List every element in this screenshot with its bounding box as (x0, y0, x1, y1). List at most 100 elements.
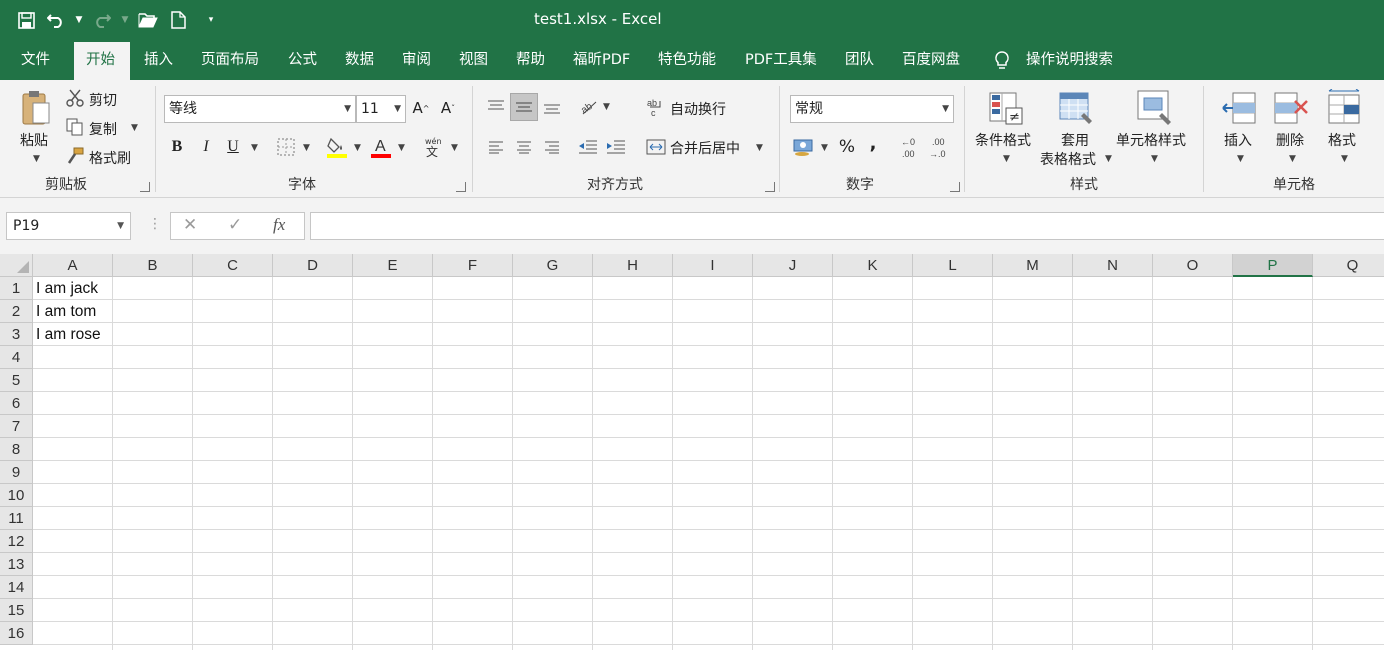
column-header-h[interactable]: H (593, 254, 673, 277)
cell-styles-button[interactable]: 单元格样式 (1116, 130, 1186, 150)
format-cells-icon[interactable] (1324, 88, 1364, 128)
wrap-text-button[interactable]: 自动换行 (670, 99, 726, 119)
increase-indent-icon[interactable] (605, 136, 627, 158)
tab-data[interactable]: 数据 (333, 40, 386, 80)
tab-help[interactable]: 帮助 (504, 40, 557, 80)
paste-dropdown-icon[interactable]: ▼ (33, 154, 40, 164)
row-header-7[interactable]: 7 (0, 415, 33, 438)
row-header-5[interactable]: 5 (0, 369, 33, 392)
accounting-format-icon[interactable] (792, 136, 816, 158)
column-header-e[interactable]: E (353, 254, 433, 277)
formula-bar-resize-handle[interactable]: ⋮ (148, 216, 162, 232)
enter-icon[interactable]: ✓ (228, 215, 242, 235)
name-box[interactable]: P19 ▼ (6, 212, 131, 240)
row-header-11[interactable]: 11 (0, 507, 33, 530)
align-middle-icon[interactable] (510, 93, 538, 121)
align-top-icon[interactable] (485, 96, 507, 118)
font-name-select[interactable]: 等线 ▼ (164, 95, 356, 123)
row-header-4[interactable]: 4 (0, 346, 33, 369)
column-header-q[interactable]: Q (1313, 254, 1384, 277)
phonetic-dropdown-icon[interactable]: ▼ (451, 143, 458, 153)
insert-cells-icon[interactable] (1220, 90, 1258, 128)
fill-color-icon[interactable] (326, 135, 348, 159)
merge-center-button[interactable]: 合并后居中 (670, 138, 740, 158)
row-header-2[interactable]: 2 (0, 300, 33, 323)
number-launcher-icon[interactable] (950, 182, 960, 192)
increase-decimal-icon[interactable]: ←0.00 (900, 136, 924, 160)
column-header-f[interactable]: F (433, 254, 513, 277)
row-header-3[interactable]: 3 (0, 323, 33, 346)
clipboard-launcher-icon[interactable] (140, 182, 150, 192)
tab-insert[interactable]: 插入 (132, 40, 185, 80)
column-header-n[interactable]: N (1073, 254, 1153, 277)
align-left-icon[interactable] (485, 136, 507, 158)
tab-baidu-netdisk[interactable]: 百度网盘 (890, 40, 972, 80)
paste-icon[interactable] (18, 88, 54, 128)
conditional-dropdown-icon[interactable]: ▼ (1003, 154, 1010, 164)
column-header-d[interactable]: D (273, 254, 353, 277)
cell-a3[interactable]: I am rose (33, 323, 101, 346)
tab-view[interactable]: 视图 (447, 40, 500, 80)
column-header-i[interactable]: I (673, 254, 753, 277)
row-header-8[interactable]: 8 (0, 438, 33, 461)
wrap-text-icon[interactable]: ab c (645, 96, 667, 118)
format-as-table-icon[interactable] (1057, 90, 1095, 128)
row-header-1[interactable]: 1 (0, 277, 33, 300)
delete-cells-icon[interactable] (1272, 90, 1310, 128)
lightbulb-icon[interactable] (992, 50, 1012, 72)
cell-a2[interactable]: I am tom (33, 300, 96, 323)
column-header-k[interactable]: K (833, 254, 913, 277)
orientation-dropdown-icon[interactable]: ▼ (603, 102, 610, 112)
decrease-font-icon[interactable]: Aˇ (439, 98, 457, 118)
fill-color-dropdown-icon[interactable]: ▼ (354, 143, 361, 153)
column-header-c[interactable]: C (193, 254, 273, 277)
phonetic-guide-icon[interactable]: wén 文 (422, 135, 444, 159)
border-icon[interactable] (276, 137, 296, 157)
underline-dropdown-icon[interactable]: ▼ (251, 143, 258, 153)
column-header-j[interactable]: J (753, 254, 833, 277)
tab-features[interactable]: 特色功能 (646, 40, 728, 80)
tab-home[interactable]: 开始 (74, 42, 130, 80)
conditional-formatting-icon[interactable]: ≠ (987, 90, 1025, 128)
row-header-10[interactable]: 10 (0, 484, 33, 507)
increase-font-icon[interactable]: A ^ (412, 98, 430, 118)
copy-dropdown-icon[interactable]: ▼ (131, 123, 138, 133)
format-as-table-line2[interactable]: 表格格式 (1040, 149, 1096, 169)
insert-function-icon[interactable]: fx (273, 215, 285, 235)
delete-cells-button[interactable]: 删除 (1276, 130, 1304, 150)
align-bottom-icon[interactable] (541, 96, 563, 118)
cut-button[interactable]: 剪切 (89, 90, 117, 110)
font-size-select[interactable]: 11 ▼ (356, 95, 406, 123)
bold-button[interactable]: B (168, 136, 186, 158)
cell-a1[interactable]: I am jack (33, 277, 98, 300)
font-launcher-icon[interactable] (456, 182, 466, 192)
format-as-table-line1[interactable]: 套用 (1061, 130, 1089, 150)
format-cells-button[interactable]: 格式 (1328, 130, 1356, 150)
column-header-l[interactable]: L (913, 254, 993, 277)
font-color-dropdown-icon[interactable]: ▼ (398, 143, 405, 153)
cell-styles-dropdown-icon[interactable]: ▼ (1151, 154, 1158, 164)
accounting-dropdown-icon[interactable]: ▼ (821, 143, 828, 153)
copy-icon[interactable] (65, 117, 85, 137)
tab-pdf-tools[interactable]: PDF工具集 (733, 40, 829, 80)
column-header-a[interactable]: A (33, 254, 113, 277)
column-header-o[interactable]: O (1153, 254, 1233, 277)
decrease-decimal-icon[interactable]: .00 →.0 (928, 136, 952, 160)
format-painter-button[interactable]: 格式刷 (89, 148, 131, 168)
row-header-12[interactable]: 12 (0, 530, 33, 553)
tab-file[interactable]: 文件 (9, 40, 62, 80)
tab-formulas[interactable]: 公式 (276, 40, 329, 80)
tab-team[interactable]: 团队 (833, 40, 886, 80)
worksheet-grid[interactable]: A B C D E F G H I J K L M N O P Q 1 2 3 4 5 6 7 8 9 10 11 12 13 14 15 16… (0, 254, 1384, 650)
text-orientation-icon[interactable]: ab (578, 96, 600, 118)
format-painter-icon[interactable] (65, 146, 85, 166)
cell-styles-icon[interactable] (1135, 88, 1175, 128)
row-header-6[interactable]: 6 (0, 392, 33, 415)
select-all-button[interactable] (0, 254, 33, 277)
column-header-b[interactable]: B (113, 254, 193, 277)
column-header-m[interactable]: M (993, 254, 1073, 277)
font-color-icon[interactable]: A (370, 135, 392, 159)
percent-button[interactable]: % (836, 136, 858, 158)
row-header-15[interactable]: 15 (0, 599, 33, 622)
tell-me-search[interactable]: 操作说明搜索 (1014, 40, 1125, 80)
